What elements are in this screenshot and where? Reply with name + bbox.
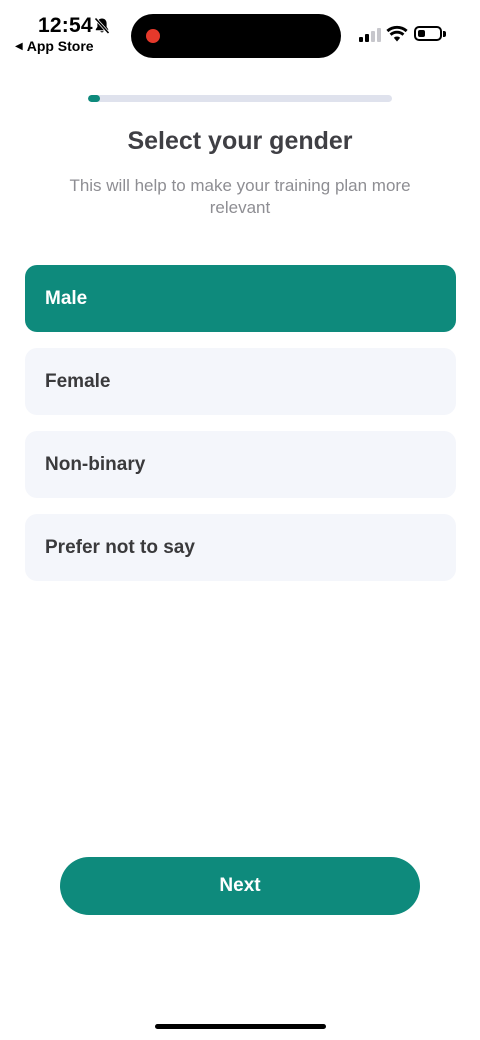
signal-bar <box>359 37 363 42</box>
back-arrow-icon: ◀ <box>15 40 23 52</box>
back-app-label: App Store <box>26 38 94 54</box>
status-bar: 12:54 ◀ App Store <box>0 0 480 60</box>
signal-bar <box>365 34 369 42</box>
page-subtitle: This will help to make your training pla… <box>69 176 411 217</box>
back-to-app-store-link[interactable]: ◀ App Store <box>15 38 94 54</box>
signal-bar <box>377 28 381 42</box>
battery-cap <box>443 31 446 37</box>
gender-option-non-binary[interactable]: Non-binary <box>25 431 456 498</box>
onboarding-progress-bar <box>88 95 392 102</box>
next-button[interactable]: Next <box>60 857 420 915</box>
gender-option-male[interactable]: Male <box>25 265 456 332</box>
status-time: 12:54 <box>38 14 93 37</box>
battery-icon <box>414 26 442 41</box>
silent-bell-icon <box>94 17 110 35</box>
dynamic-island <box>131 14 341 58</box>
signal-bar <box>371 31 375 42</box>
gender-option-female[interactable]: Female <box>25 348 456 415</box>
gender-options-list: Male Female Non-binary Prefer not to say <box>25 265 456 597</box>
wifi-icon <box>386 25 408 42</box>
cellular-signal-icon <box>359 28 381 42</box>
home-indicator <box>155 1024 326 1029</box>
gender-option-prefer-not-to-say[interactable]: Prefer not to say <box>25 514 456 581</box>
progress-fill <box>88 95 101 102</box>
recording-indicator-icon <box>146 29 160 43</box>
page-title: Select your gender <box>127 127 353 155</box>
battery-level <box>418 30 425 37</box>
